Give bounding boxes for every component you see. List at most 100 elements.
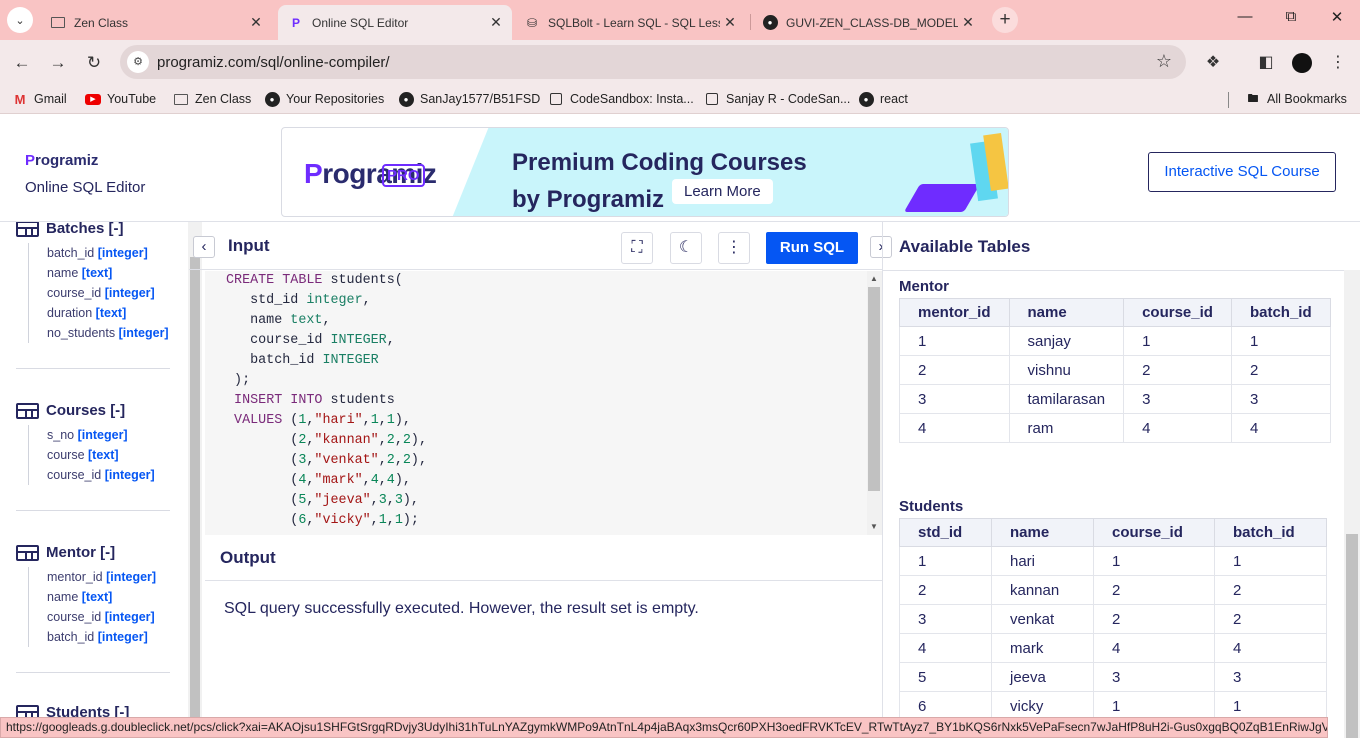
side-panel-icon[interactable]: ◧	[1255, 52, 1277, 74]
tab-search-dropdown-icon[interactable]: ⌄	[7, 7, 33, 33]
scrollbar-thumb[interactable]	[868, 287, 880, 491]
column-header: course_id	[1123, 298, 1232, 327]
bookmark-zen-class[interactable]: Zen Class	[173, 91, 251, 107]
table-row: 3 tamilarasan 3 3	[899, 384, 1331, 414]
table-header-mentor[interactable]: Mentor [-]	[16, 544, 156, 561]
minimize-icon[interactable]: —	[1230, 8, 1260, 25]
table-row: 2 kannan 2 2	[899, 575, 1327, 605]
extensions-icon[interactable]: ❖	[1202, 52, 1224, 74]
scroll-down-icon[interactable]: ▼	[870, 522, 878, 531]
table-header-batches[interactable]: Batches [-]	[16, 222, 169, 237]
column-header: std_id	[899, 518, 992, 547]
more-vertical-icon[interactable]: ⋮	[718, 232, 750, 264]
tab-title: Online SQL Editor	[312, 15, 409, 30]
restore-icon[interactable]: ⧉	[1276, 8, 1306, 25]
schema-sidebar: Batches [-] batch_id [integer] name [tex…	[0, 222, 188, 738]
scrollbar-thumb[interactable]	[190, 257, 200, 721]
programiz-logo[interactable]: Programiz	[25, 152, 98, 169]
close-tab-icon[interactable]: ✕	[246, 14, 266, 31]
reload-icon[interactable]: ↻	[81, 50, 107, 76]
bookmark-star-icon[interactable]: ☆	[1156, 51, 1172, 72]
banner-headline-line1: Premium Coding Courses	[512, 149, 807, 176]
scrollbar-thumb[interactable]	[1346, 534, 1358, 738]
column-item: mentor_id [integer]	[47, 570, 157, 584]
bookmark-label: Gmail	[34, 92, 67, 106]
column-header: course_id	[1093, 518, 1215, 547]
table-header-row: std_id name course_id batch_id	[899, 518, 1327, 547]
sql-code-editor[interactable]: CREATE TABLE students( std_id integer, n…	[205, 271, 867, 535]
sql-code[interactable]: CREATE TABLE students( std_id integer, n…	[226, 271, 867, 531]
column-list: mentor_id [integer] name [text] course_i…	[28, 567, 156, 647]
sidebar-scrollbar[interactable]	[188, 222, 202, 738]
page-subtitle: Online SQL Editor	[25, 179, 146, 196]
students-table: std_id name course_id batch_id 1 hari 1 1 2…	[899, 518, 1327, 721]
url-input[interactable]	[157, 53, 1107, 71]
zen-class-icon	[50, 15, 66, 31]
more-options-icon[interactable]: ⋮	[1327, 52, 1349, 74]
tab-online-sql-editor[interactable]: P Online SQL Editor ✕	[278, 5, 512, 40]
column-item: duration [text]	[47, 306, 127, 320]
column-item: no_students [integer]	[47, 326, 169, 340]
tab-title: Zen Class	[74, 15, 129, 30]
table-row: 3 venkat 2 2	[899, 604, 1327, 634]
all-bookmarks-button[interactable]: 🖿 All Bookmarks	[1245, 91, 1347, 107]
pro-badge: PRO	[382, 164, 425, 187]
editor-scrollbar[interactable]: ▲ ▼	[867, 271, 882, 535]
bookmark-label: Sanjay R - CodeSan...	[726, 92, 851, 106]
close-tab-icon[interactable]: ✕	[958, 14, 978, 31]
bookmark-react[interactable]: ● react	[858, 91, 908, 107]
column-list: s_no [integer] course [text] course_id […	[28, 425, 155, 485]
column-header: batch_id	[1230, 298, 1331, 327]
scroll-up-icon[interactable]: ▲	[870, 274, 878, 283]
tab-github-db-model[interactable]: ● GUVI-ZEN_CLASS-DB_MODEL/ ✕	[752, 5, 984, 40]
table-row: 4 mark 4 4	[899, 633, 1327, 663]
browser-toolbar: ← → ↻ ⚙ ☆ ❖ ◧ ⋮	[0, 40, 1360, 86]
back-arrow-icon[interactable]: ←	[9, 50, 35, 76]
profile-avatar[interactable]	[1292, 53, 1312, 73]
mentor-table: mentor_id name course_id batch_id 1 sanja…	[899, 298, 1331, 443]
tables-scrollbar[interactable]	[1344, 270, 1360, 738]
table-row: 5 jeeva 3 3	[899, 662, 1327, 692]
table-icon	[16, 544, 39, 561]
tab-divider	[750, 14, 751, 30]
bookmark-sanjay-b51fsd[interactable]: ● SanJay1577/B51FSD	[398, 91, 540, 107]
ad-banner[interactable]: Programiz PRO Premium Coding Courses by …	[281, 127, 1009, 217]
forward-arrow-icon[interactable]: →	[45, 50, 71, 76]
bookmark-gmail[interactable]: M Gmail	[12, 91, 67, 107]
github-icon: ●	[858, 91, 874, 107]
students-table-title: Students	[899, 498, 964, 515]
tab-title: SQLBolt - Learn SQL - SQL Less	[548, 15, 720, 30]
bookmark-label: Zen Class	[195, 92, 252, 106]
new-tab-button[interactable]: +	[992, 7, 1018, 33]
table-group-courses: Courses [-] s_no [integer] course [text]…	[16, 402, 155, 485]
collapse-sidebar-chevron-icon[interactable]: ‹	[193, 236, 215, 258]
sidebar-divider	[16, 510, 170, 511]
site-info-icon[interactable]: ⚙	[127, 51, 149, 73]
tab-sqlbolt[interactable]: ⛁ SQLBolt - Learn SQL - SQL Less ✕	[514, 5, 746, 40]
fullscreen-icon[interactable]: ⛶	[621, 232, 653, 264]
github-icon: ●	[264, 91, 280, 107]
table-header-courses[interactable]: Courses [-]	[16, 402, 155, 419]
close-tab-icon[interactable]: ✕	[720, 14, 740, 31]
expand-tables-chevron-icon[interactable]: ›	[870, 236, 892, 258]
column-item: course_id [integer]	[47, 286, 155, 300]
table-icon	[16, 402, 39, 419]
bookmarks-divider	[1228, 92, 1229, 108]
bookmark-sanjay-codesandbox[interactable]: Sanjay R - CodeSan...	[704, 91, 850, 107]
bookmark-codesandbox-insta[interactable]: CodeSandbox: Insta...	[548, 91, 694, 107]
close-window-icon[interactable]: ✕	[1322, 8, 1352, 26]
address-bar[interactable]: ⚙ ☆	[120, 45, 1186, 79]
bookmark-youtube[interactable]: ▶ YouTube	[85, 91, 156, 107]
run-sql-button[interactable]: Run SQL	[766, 232, 858, 264]
all-bookmarks-label: All Bookmarks	[1267, 92, 1347, 106]
close-tab-icon[interactable]: ✕	[486, 14, 506, 31]
column-item: batch_id [integer]	[47, 630, 148, 644]
dark-mode-moon-icon[interactable]: ☾	[670, 232, 702, 264]
bookmark-your-repositories[interactable]: ● Your Repositories	[264, 91, 384, 107]
column-header: name	[991, 518, 1094, 547]
learn-more-button[interactable]: Learn More	[672, 179, 773, 204]
table-row: 2 vishnu 2 2	[899, 355, 1331, 385]
column-list: batch_id [integer] name [text] course_id…	[28, 243, 169, 343]
tab-zen-class[interactable]: Zen Class ✕	[40, 5, 272, 40]
interactive-sql-course-button[interactable]: Interactive SQL Course	[1148, 152, 1336, 192]
